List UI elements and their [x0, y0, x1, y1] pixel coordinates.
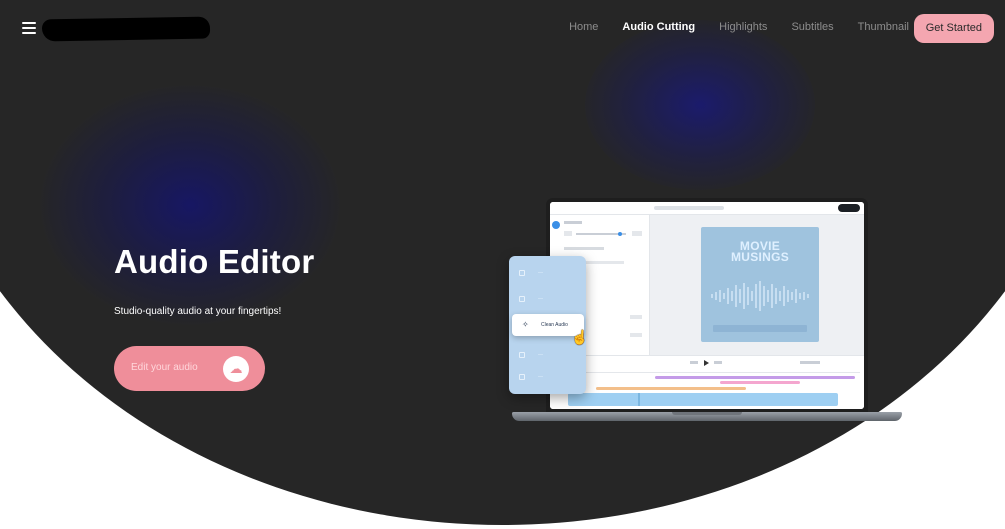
- app-timeline: [550, 355, 864, 409]
- menu-item-icon: [519, 352, 525, 358]
- edit-audio-button-label: Edit your audio: [131, 362, 198, 373]
- app-topbar: [550, 202, 864, 215]
- nav-link-subtitles[interactable]: Subtitles: [791, 21, 833, 33]
- menu-item-icon: [519, 270, 525, 276]
- app-canvas-area: MOVIE MUSINGS: [650, 215, 864, 355]
- edit-audio-button[interactable]: Edit your audio ☁: [114, 346, 265, 391]
- poster-title: MOVIE MUSINGS: [701, 240, 819, 264]
- feature-menu-item: —: [509, 348, 586, 362]
- app-topbar-placeholder: [654, 206, 724, 210]
- nav-links: Home Audio Cutting Highlights Subtitles …: [545, 21, 909, 33]
- feature-menu-item: —: [509, 266, 586, 280]
- waveform-graphic: [711, 281, 809, 311]
- poster-title-line2: MUSINGS: [730, 250, 790, 264]
- timeline-tracks: [560, 360, 860, 406]
- nav-link-home[interactable]: Home: [569, 21, 598, 33]
- feature-menu-item: —: [509, 292, 586, 306]
- cloud-upload-icon: ☁: [223, 356, 249, 382]
- hamburger-menu-icon[interactable]: [22, 22, 36, 34]
- pointer-hand-icon: ☝: [571, 329, 589, 345]
- feature-menu-item: —: [509, 370, 586, 384]
- editor-app-preview: MOVIE MUSINGS: [550, 202, 864, 409]
- nav-link-thumbnail[interactable]: Thumbnail: [858, 21, 909, 33]
- poster-caption-bar: [713, 325, 807, 332]
- laptop-screen-mockup: MOVIE MUSINGS: [546, 198, 868, 413]
- menu-item-icon: [519, 374, 525, 380]
- laptop-notch: [672, 412, 742, 415]
- nav-link-audio-cutting[interactable]: Audio Cutting: [622, 21, 695, 33]
- page-title: Audio Editor: [114, 243, 315, 280]
- top-navbar: Home Audio Cutting Highlights Subtitles …: [0, 10, 1005, 46]
- export-button-preview: [838, 204, 860, 212]
- hero-section: Home Audio Cutting Highlights Subtitles …: [0, 0, 1005, 529]
- redacted-logo[interactable]: [41, 16, 211, 42]
- nav-link-highlights[interactable]: Highlights: [719, 21, 767, 33]
- feature-menu-overlay: — — ✧ Clean Audio — —: [509, 256, 586, 394]
- hero-subtitle: Studio-quality audio at your fingertips!: [114, 306, 282, 317]
- podcast-poster: MOVIE MUSINGS: [701, 227, 819, 342]
- menu-item-icon: [519, 296, 525, 302]
- get-started-button[interactable]: Get Started: [913, 14, 994, 43]
- clean-audio-label: Clean Audio: [541, 322, 568, 328]
- sparkle-icon: ✧: [522, 320, 529, 329]
